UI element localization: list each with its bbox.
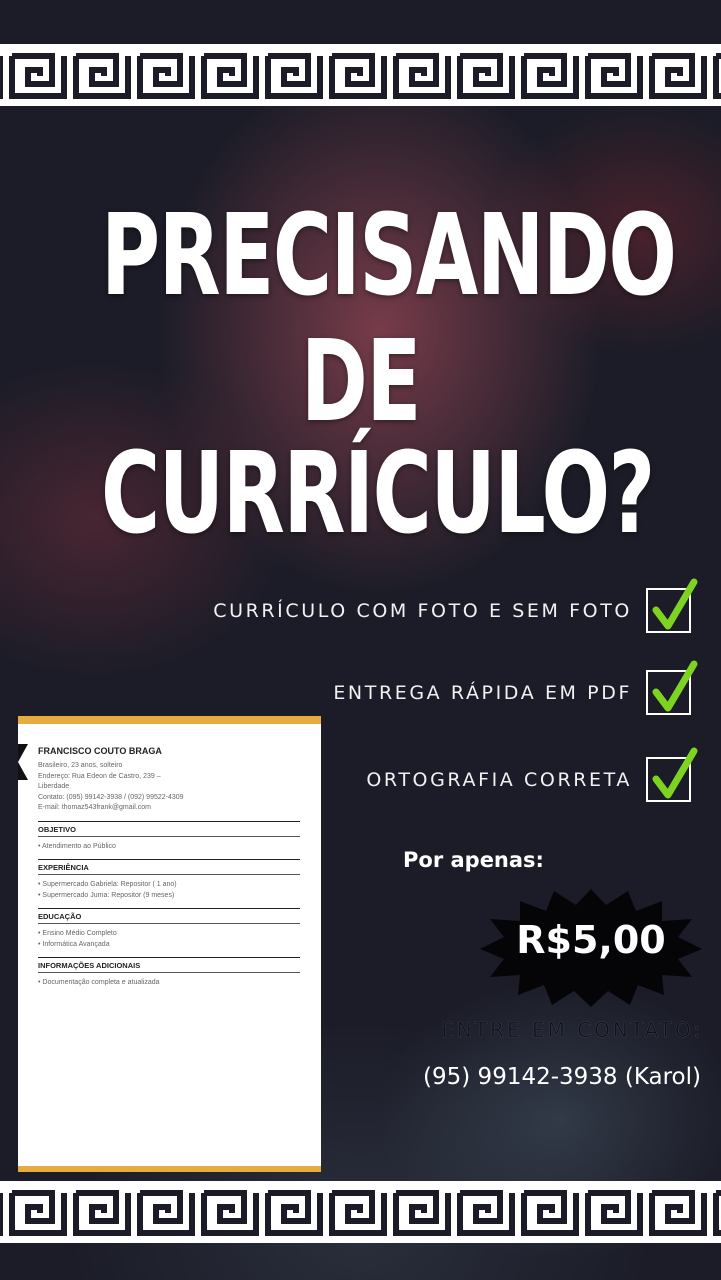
headline: PRECISANDO DE CURRÍCULO? — [0, 200, 721, 550]
checkbox-check-icon — [646, 578, 698, 633]
resume-bullet: • Atendimento ao Público — [38, 842, 116, 850]
resume-flag-marker — [18, 744, 28, 780]
resume-preview: FRANCISCO COUTO BRAGA Brasileiro, 23 ano… — [18, 716, 321, 1172]
offer-lead: Por apenas: — [403, 848, 544, 872]
checkbox-check-icon — [646, 747, 698, 802]
resume-bullet: • Ensino Médio Completo — [38, 930, 117, 937]
resume-info-line: E-mail: thomaz543frank@gmail.com — [38, 804, 151, 811]
contact-label: ENTRE EM CONTATO: — [441, 1018, 703, 1043]
checkbox-check-icon — [646, 660, 698, 715]
resume-bullet: • Documentação completa e atualizada — [38, 979, 160, 986]
resume-bullet: • Supermercado Gabriela: Repositor ( 1 a… — [38, 881, 177, 888]
greek-key-border-bottom — [0, 1181, 721, 1243]
greek-key-border-top — [0, 44, 721, 106]
resume-section-title: INFORMAÇÕES ADICIONAIS — [38, 957, 300, 973]
feature-item: CURRÍCULO COM FOTO E SEM FOTO — [213, 578, 698, 633]
headline-line-1: PRECISANDO — [100, 191, 677, 321]
contact-phone: (95) 99142-3938 (Karol) — [423, 1064, 701, 1090]
price-value: R$5,00 — [516, 918, 666, 962]
feature-label: ORTOGRAFIA CORRETA — [366, 768, 632, 791]
resume-info-line: Liberdade — [38, 783, 70, 790]
feature-item: ENTREGA RÁPIDA EM PDF — [333, 660, 698, 715]
resume-info-line: Contato: (095) 99142-3938 / (092) 99522-… — [38, 793, 184, 801]
feature-label: CURRÍCULO COM FOTO E SEM FOTO — [213, 599, 632, 622]
resume-bullet: • Supermercado Juma: Repositor (9 meses) — [38, 891, 175, 899]
resume-section-additional: INFORMAÇÕES ADICIONAIS • Documentação co… — [38, 957, 300, 989]
feature-item: ORTOGRAFIA CORRETA — [366, 747, 698, 802]
resume-section-title: OBJETIVO — [38, 820, 300, 837]
feature-label: ENTREGA RÁPIDA EM PDF — [333, 681, 632, 704]
resume-section-objective: OBJETIVO • Atendimento ao Público — [38, 820, 300, 853]
headline-line-2: DE CURRÍCULO? — [100, 317, 655, 559]
resume-name: FRANCISCO COUTO BRAGA — [38, 746, 162, 756]
resume-section-experience: EXPERIÊNCIA • Supermercado Gabriela: Rep… — [38, 859, 300, 901]
resume-section-title: EXPERIÊNCIA — [38, 859, 300, 875]
resume-bullet: • Informática Avançada — [38, 940, 110, 948]
resume-info-line: Brasileiro, 23 anos, solteiro — [38, 762, 123, 769]
resume-info-line: Endereço: Rua Edeon de Castro, 239 – — [38, 772, 161, 780]
resume-section-education: EDUCAÇÃO • Ensino Médio Completo • Infor… — [38, 908, 300, 950]
resume-section-title: EDUCAÇÃO — [38, 908, 300, 924]
